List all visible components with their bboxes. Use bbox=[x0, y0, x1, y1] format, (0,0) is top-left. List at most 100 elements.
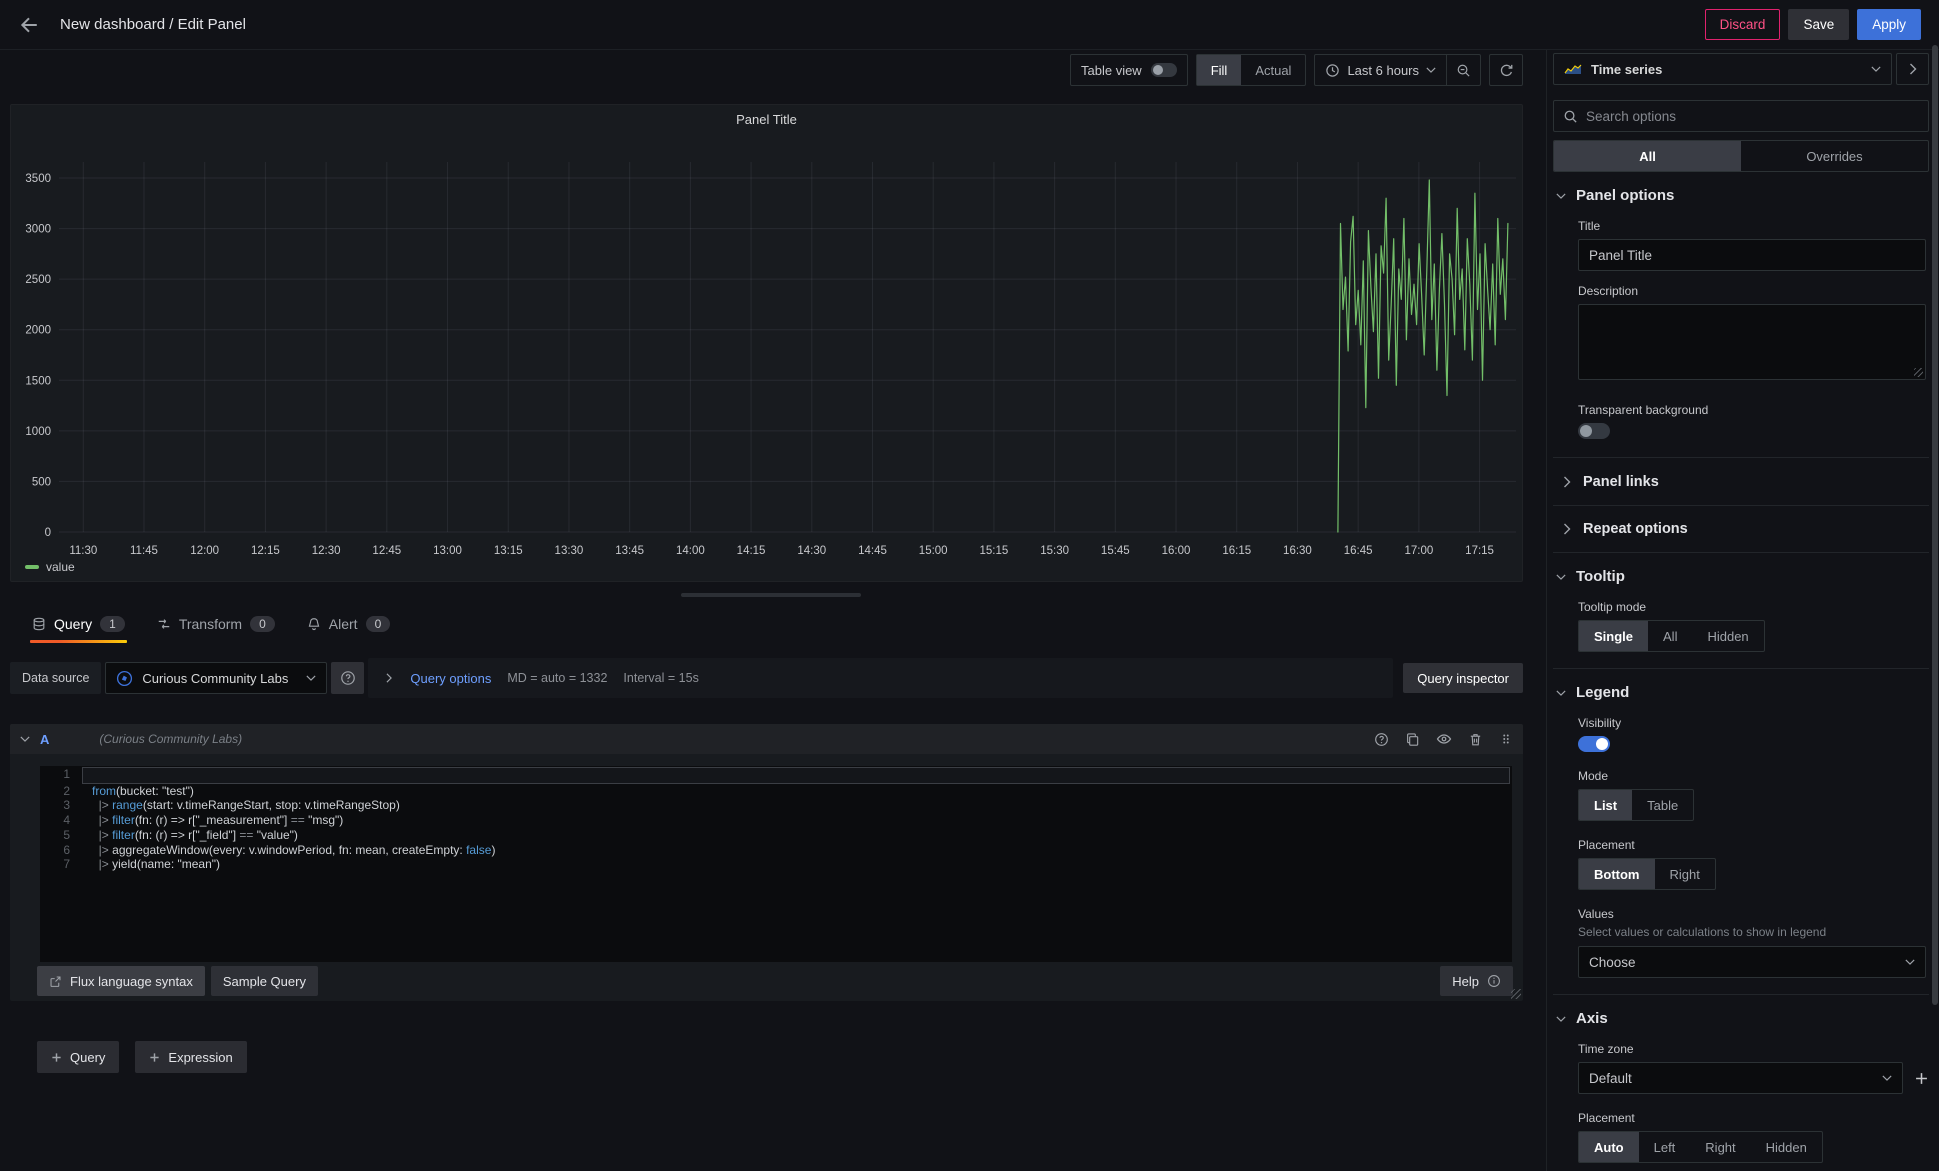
hide-query-icon[interactable] bbox=[1436, 731, 1452, 747]
legend-visibility-toggle[interactable] bbox=[1578, 736, 1610, 752]
collapse-chevron-icon[interactable] bbox=[20, 736, 30, 742]
legend-placement-right[interactable]: Right bbox=[1655, 859, 1715, 889]
code-line[interactable]: 3 |> range(start: v.timeRangeStart, stop… bbox=[40, 798, 1512, 813]
legend-placement-bottom[interactable]: Bottom bbox=[1579, 859, 1655, 889]
legend-header[interactable]: Legend bbox=[1553, 669, 1929, 703]
code-text: |> filter(fn: (r) => r["_field"] == "val… bbox=[82, 828, 1510, 843]
timezone-select[interactable]: Default bbox=[1578, 1062, 1903, 1094]
sample-query-button[interactable]: Sample Query bbox=[211, 966, 318, 996]
line-number: 7 bbox=[40, 857, 70, 872]
save-button[interactable]: Save bbox=[1788, 9, 1849, 40]
code-line[interactable]: 2from(bucket: "test") bbox=[40, 784, 1512, 799]
add-timezone-button[interactable] bbox=[1915, 1072, 1928, 1085]
tooltip-header[interactable]: Tooltip bbox=[1553, 553, 1929, 587]
filter-tab-overrides[interactable]: Overrides bbox=[1741, 141, 1928, 171]
actual-option[interactable]: Actual bbox=[1241, 55, 1305, 85]
repeat-options-section[interactable]: Repeat options bbox=[1553, 505, 1929, 552]
description-textarea[interactable] bbox=[1578, 304, 1926, 380]
collapse-pane-button[interactable] bbox=[1896, 53, 1929, 85]
back-button[interactable] bbox=[10, 6, 48, 44]
legend-series-label[interactable]: value bbox=[46, 560, 75, 574]
time-range-picker[interactable]: Last 6 hours bbox=[1315, 55, 1446, 85]
legend-values-label: Values bbox=[1578, 907, 1929, 921]
axis-placement-hidden[interactable]: Hidden bbox=[1751, 1132, 1822, 1162]
legend-mode-list[interactable]: List bbox=[1579, 790, 1632, 820]
chevron-down-icon bbox=[1556, 690, 1566, 696]
zoom-out-button[interactable] bbox=[1446, 55, 1480, 85]
add-expression-button[interactable]: Expression bbox=[135, 1041, 246, 1073]
refresh-button[interactable] bbox=[1489, 54, 1523, 86]
table-view-toggle[interactable] bbox=[1151, 63, 1177, 77]
apply-button[interactable]: Apply bbox=[1857, 9, 1921, 40]
legend-values-select[interactable]: Choose bbox=[1578, 946, 1926, 978]
code-line[interactable]: 1 bbox=[40, 767, 1512, 784]
tab-alert[interactable]: Alert 0 bbox=[305, 610, 392, 643]
axis-placement-auto[interactable]: Auto bbox=[1579, 1132, 1639, 1162]
chart-area: 050010001500200025003000350011:3011:4512… bbox=[11, 152, 1524, 564]
code-line[interactable]: 7 |> yield(name: "mean") bbox=[40, 857, 1512, 872]
description-label: Description bbox=[1578, 284, 1929, 298]
query-inspector-button[interactable]: Query inspector bbox=[1403, 663, 1523, 693]
x-axis-tick: 17:00 bbox=[1404, 545, 1433, 557]
legend-mode-table[interactable]: Table bbox=[1632, 790, 1693, 820]
top-nav-bar: New dashboard / Edit Panel Discard Save … bbox=[0, 0, 1939, 50]
sidebar-scrollbar[interactable] bbox=[1932, 45, 1938, 1005]
back-arrow-icon bbox=[19, 15, 39, 35]
panel-resize-handle[interactable] bbox=[681, 593, 861, 597]
x-axis-tick: 17:15 bbox=[1465, 545, 1494, 557]
time-range-label: Last 6 hours bbox=[1347, 63, 1419, 78]
code-line[interactable]: 5 |> filter(fn: (r) => r["_field"] == "v… bbox=[40, 828, 1512, 843]
table-view-control: Table view bbox=[1070, 54, 1188, 86]
delete-query-icon[interactable] bbox=[1468, 732, 1483, 747]
line-number: 5 bbox=[40, 828, 70, 843]
datasource-help-button[interactable] bbox=[331, 662, 364, 694]
series-line bbox=[1338, 180, 1508, 532]
panel-links-section[interactable]: Panel links bbox=[1553, 458, 1929, 505]
query-row-header[interactable]: A (Curious Community Labs) bbox=[10, 724, 1523, 754]
code-line[interactable]: 4 |> filter(fn: (r) => r["_measurement"]… bbox=[40, 813, 1512, 828]
transparent-background-toggle[interactable] bbox=[1578, 423, 1610, 439]
title-label: Title bbox=[1578, 219, 1929, 233]
axis-placement-right[interactable]: Right bbox=[1690, 1132, 1750, 1162]
tooltip-mode-label: Tooltip mode bbox=[1578, 600, 1929, 614]
filter-tab-all[interactable]: All bbox=[1554, 141, 1741, 171]
discard-button[interactable]: Discard bbox=[1705, 9, 1781, 40]
add-query-button[interactable]: Query bbox=[37, 1041, 119, 1073]
fill-actual-group: Fill Actual bbox=[1196, 54, 1307, 86]
x-axis-tick: 12:00 bbox=[190, 545, 219, 557]
y-axis-tick: 2000 bbox=[25, 325, 51, 337]
panel-title-input[interactable] bbox=[1578, 239, 1926, 271]
flux-code-editor[interactable]: 1 2from(bucket: "test")3 |> range(start:… bbox=[40, 766, 1512, 962]
duplicate-query-icon[interactable] bbox=[1405, 732, 1420, 747]
tab-query[interactable]: Query 1 bbox=[30, 610, 127, 643]
x-axis-tick: 14:00 bbox=[676, 545, 705, 557]
options-search-input[interactable] bbox=[1586, 109, 1919, 124]
query-options-link[interactable]: Query options bbox=[410, 671, 491, 686]
external-link-icon bbox=[49, 975, 62, 988]
axis-header[interactable]: Axis bbox=[1553, 995, 1929, 1029]
tooltip-mode-all[interactable]: All bbox=[1648, 621, 1692, 651]
flux-syntax-button[interactable]: Flux language syntax bbox=[37, 966, 205, 996]
fill-option[interactable]: Fill bbox=[1197, 55, 1242, 85]
code-line[interactable]: 6 |> aggregateWindow(every: v.windowPeri… bbox=[40, 843, 1512, 858]
line-number: 1 bbox=[40, 767, 70, 784]
search-icon bbox=[1563, 109, 1578, 124]
panel-options-header[interactable]: Panel options bbox=[1553, 172, 1929, 206]
query-actions: Query Expression bbox=[37, 1041, 247, 1073]
tab-transform[interactable]: Transform 0 bbox=[155, 610, 277, 643]
tooltip-mode-single[interactable]: Single bbox=[1579, 621, 1648, 651]
legend-title: Legend bbox=[1576, 684, 1629, 701]
add-query-label: Query bbox=[70, 1050, 105, 1065]
query-ref-letter[interactable]: A bbox=[40, 732, 49, 747]
query-help-icon[interactable] bbox=[1374, 732, 1389, 747]
visualization-row: Time series bbox=[1553, 53, 1929, 85]
datasource-picker[interactable]: Curious Community Labs bbox=[105, 662, 327, 694]
code-text: |> aggregateWindow(every: v.windowPeriod… bbox=[82, 843, 1510, 858]
visualization-picker[interactable]: Time series bbox=[1553, 53, 1892, 85]
drag-grip-icon[interactable] bbox=[1499, 732, 1513, 746]
help-button[interactable]: Help bbox=[1440, 966, 1513, 996]
max-data-points-info: MD = auto = 1332 bbox=[507, 671, 607, 685]
legend-values-description: Select values or calculations to show in… bbox=[1578, 925, 1929, 939]
axis-placement-left[interactable]: Left bbox=[1639, 1132, 1691, 1162]
tooltip-mode-hidden[interactable]: Hidden bbox=[1692, 621, 1763, 651]
